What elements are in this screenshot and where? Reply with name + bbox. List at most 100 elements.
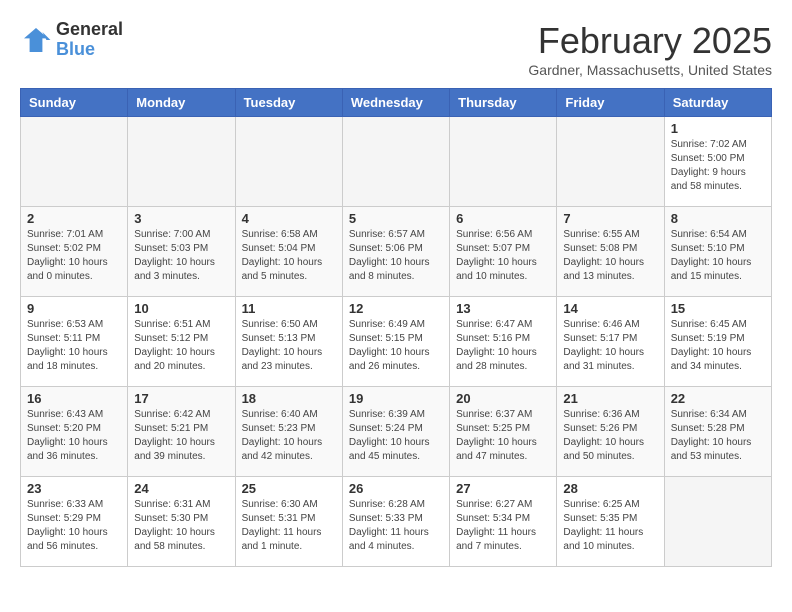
calendar-cell: 12Sunrise: 6:49 AM Sunset: 5:15 PM Dayli… (342, 297, 449, 387)
calendar-cell: 11 Sunrise: 6:50 AM Sunset: 5:13 PM Dayli… (235, 297, 342, 387)
calendar-cell: 8 Sunrise: 6:54 AM Sunset: 5:10 PM Daylig… (664, 207, 771, 297)
day-number: 25 (242, 481, 336, 496)
day-number: 19 (349, 391, 443, 406)
calendar-cell: 20 Sunrise: 6:37 AM Sunset: 5:25 PM Dayli… (450, 387, 557, 477)
day-info: Sunrise: 6:51 AM Sunset: 5:12 PM Dayligh… (134, 318, 228, 374)
calendar-cell: 16 Sunrise: 6:43 AM Sunset: 5:20 PM Dayli… (21, 387, 128, 477)
day-info: Sunrise: 6:30 AM Sunset: 5:31 PM Dayligh… (242, 498, 336, 554)
weekday-header-row: SundayMondayTuesdayWednesdayThursdayFrid… (21, 89, 772, 117)
calendar-cell: 3 Sunrise: 7:00 AM Sunset: 5:03 PM Daylig… (128, 207, 235, 297)
calendar-cell: 15 Sunrise: 6:45 AM Sunset: 5:19 PM Dayli… (664, 297, 771, 387)
day-number: 18 (242, 391, 336, 406)
day-number: 15 (671, 301, 765, 316)
calendar-cell: 25 Sunrise: 6:30 AM Sunset: 5:31 PM Dayli… (235, 477, 342, 567)
calendar-cell (128, 117, 235, 207)
day-number: 16 (27, 391, 121, 406)
day-info: Sunrise: 6:31 AM Sunset: 5:30 PM Dayligh… (134, 498, 228, 554)
day-info: Sunrise: 6:53 AM Sunset: 5:11 PM Dayligh… (27, 318, 121, 374)
calendar-cell: 2Sunrise: 7:01 AM Sunset: 5:02 PM Daylig… (21, 207, 128, 297)
day-number: 9 (27, 301, 121, 316)
day-info: Sunrise: 6:45 AM Sunset: 5:19 PM Dayligh… (671, 318, 765, 374)
day-number: 7 (563, 211, 657, 226)
day-number: 17 (134, 391, 228, 406)
day-info: Sunrise: 6:57 AM Sunset: 5:06 PM Dayligh… (349, 228, 443, 284)
calendar-cell (664, 477, 771, 567)
logo: General Blue (20, 20, 123, 60)
weekday-header-tuesday: Tuesday (235, 89, 342, 117)
week-row-4: 16 Sunrise: 6:43 AM Sunset: 5:20 PM Dayli… (21, 387, 772, 477)
day-info: Sunrise: 6:43 AM Sunset: 5:20 PM Dayligh… (27, 408, 121, 464)
day-info: Sunrise: 6:37 AM Sunset: 5:25 PM Dayligh… (456, 408, 550, 464)
day-info: Sunrise: 6:47 AM Sunset: 5:16 PM Dayligh… (456, 318, 550, 374)
calendar-cell (235, 117, 342, 207)
day-number: 5 (349, 211, 443, 226)
weekday-header-monday: Monday (128, 89, 235, 117)
day-number: 24 (134, 481, 228, 496)
day-info: Sunrise: 6:54 AM Sunset: 5:10 PM Dayligh… (671, 228, 765, 284)
day-info: Sunrise: 6:36 AM Sunset: 5:26 PM Dayligh… (563, 408, 657, 464)
calendar-cell: 23 Sunrise: 6:33 AM Sunset: 5:29 PM Dayli… (21, 477, 128, 567)
day-info: Sunrise: 6:46 AM Sunset: 5:17 PM Dayligh… (563, 318, 657, 374)
calendar-cell: 17 Sunrise: 6:42 AM Sunset: 5:21 PM Dayli… (128, 387, 235, 477)
day-info: Sunrise: 6:33 AM Sunset: 5:29 PM Dayligh… (27, 498, 121, 554)
calendar-cell: 13 Sunrise: 6:47 AM Sunset: 5:16 PM Dayli… (450, 297, 557, 387)
calendar-cell: 14 Sunrise: 6:46 AM Sunset: 5:17 PM Dayli… (557, 297, 664, 387)
week-row-1: 1 Sunrise: 7:02 AM Sunset: 5:00 PM Daylig… (21, 117, 772, 207)
day-info: Sunrise: 6:50 AM Sunset: 5:13 PM Dayligh… (242, 318, 336, 374)
day-number: 2 (27, 211, 121, 226)
day-number: 13 (456, 301, 550, 316)
day-number: 20 (456, 391, 550, 406)
calendar-cell: 10Sunrise: 6:51 AM Sunset: 5:12 PM Dayli… (128, 297, 235, 387)
day-number: 21 (563, 391, 657, 406)
day-number: 1 (671, 121, 765, 136)
day-info: Sunrise: 6:40 AM Sunset: 5:23 PM Dayligh… (242, 408, 336, 464)
page-header: General Blue February 2025 Gardner, Mass… (20, 20, 772, 78)
day-number: 8 (671, 211, 765, 226)
calendar-cell (557, 117, 664, 207)
calendar-cell (342, 117, 449, 207)
calendar-cell: 19Sunrise: 6:39 AM Sunset: 5:24 PM Dayli… (342, 387, 449, 477)
day-number: 3 (134, 211, 228, 226)
weekday-header-saturday: Saturday (664, 89, 771, 117)
day-info: Sunrise: 6:56 AM Sunset: 5:07 PM Dayligh… (456, 228, 550, 284)
calendar-subtitle: Gardner, Massachusetts, United States (528, 62, 772, 78)
weekday-header-sunday: Sunday (21, 89, 128, 117)
calendar-cell: 5 Sunrise: 6:57 AM Sunset: 5:06 PM Daylig… (342, 207, 449, 297)
day-info: Sunrise: 7:00 AM Sunset: 5:03 PM Dayligh… (134, 228, 228, 284)
week-row-2: 2Sunrise: 7:01 AM Sunset: 5:02 PM Daylig… (21, 207, 772, 297)
day-number: 11 (242, 301, 336, 316)
calendar-cell: 9 Sunrise: 6:53 AM Sunset: 5:11 PM Daylig… (21, 297, 128, 387)
week-row-3: 9 Sunrise: 6:53 AM Sunset: 5:11 PM Daylig… (21, 297, 772, 387)
day-info: Sunrise: 6:55 AM Sunset: 5:08 PM Dayligh… (563, 228, 657, 284)
day-number: 14 (563, 301, 657, 316)
calendar-cell: 21 Sunrise: 6:36 AM Sunset: 5:26 PM Dayli… (557, 387, 664, 477)
day-number: 23 (27, 481, 121, 496)
calendar-cell: 22 Sunrise: 6:34 AM Sunset: 5:28 PM Dayli… (664, 387, 771, 477)
calendar-cell: 18 Sunrise: 6:40 AM Sunset: 5:23 PM Dayli… (235, 387, 342, 477)
calendar-cell: 24 Sunrise: 6:31 AM Sunset: 5:30 PM Dayli… (128, 477, 235, 567)
day-info: Sunrise: 6:42 AM Sunset: 5:21 PM Dayligh… (134, 408, 228, 464)
calendar-cell: 28 Sunrise: 6:25 AM Sunset: 5:35 PM Dayli… (557, 477, 664, 567)
day-number: 22 (671, 391, 765, 406)
weekday-header-friday: Friday (557, 89, 664, 117)
day-number: 26 (349, 481, 443, 496)
day-info: Sunrise: 6:25 AM Sunset: 5:35 PM Dayligh… (563, 498, 657, 554)
calendar-cell: 26 Sunrise: 6:28 AM Sunset: 5:33 PM Dayli… (342, 477, 449, 567)
day-info: Sunrise: 6:28 AM Sunset: 5:33 PM Dayligh… (349, 498, 443, 554)
day-number: 6 (456, 211, 550, 226)
day-info: Sunrise: 6:34 AM Sunset: 5:28 PM Dayligh… (671, 408, 765, 464)
week-row-5: 23 Sunrise: 6:33 AM Sunset: 5:29 PM Dayli… (21, 477, 772, 567)
calendar-cell: 7 Sunrise: 6:55 AM Sunset: 5:08 PM Daylig… (557, 207, 664, 297)
logo-text: General Blue (56, 20, 123, 60)
weekday-header-thursday: Thursday (450, 89, 557, 117)
calendar-cell: 4 Sunrise: 6:58 AM Sunset: 5:04 PM Daylig… (235, 207, 342, 297)
day-info: Sunrise: 6:58 AM Sunset: 5:04 PM Dayligh… (242, 228, 336, 284)
weekday-header-wednesday: Wednesday (342, 89, 449, 117)
day-number: 27 (456, 481, 550, 496)
title-section: February 2025 Gardner, Massachusetts, Un… (528, 20, 772, 78)
calendar-title: February 2025 (528, 20, 772, 62)
day-number: 28 (563, 481, 657, 496)
day-info: Sunrise: 7:02 AM Sunset: 5:00 PM Dayligh… (671, 138, 765, 194)
day-number: 4 (242, 211, 336, 226)
day-info: Sunrise: 6:49 AM Sunset: 5:15 PM Dayligh… (349, 318, 443, 374)
